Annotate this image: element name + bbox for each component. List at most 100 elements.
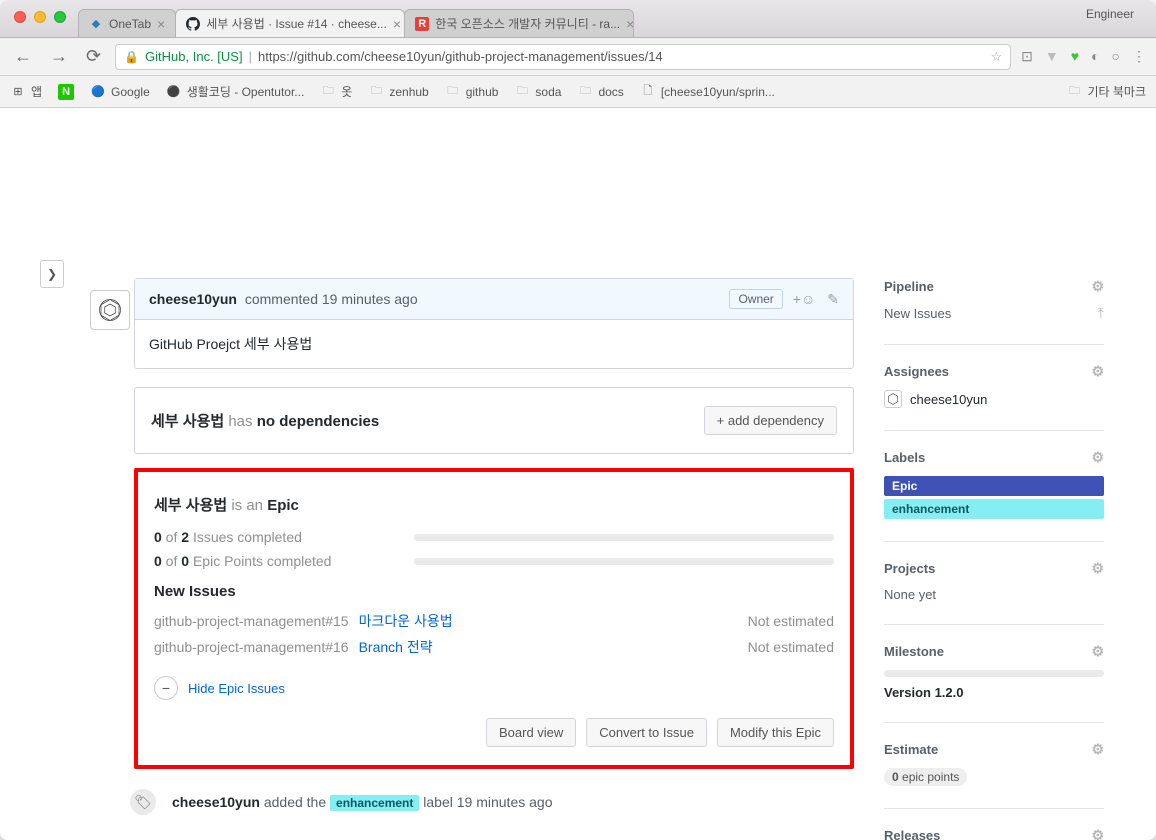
star-icon[interactable]: ☆ [991, 49, 1003, 65]
issue-number[interactable]: #16 [325, 639, 348, 655]
issue-link[interactable]: 마크다운 사용법 [359, 611, 453, 631]
apps-label: 앱 [31, 83, 42, 100]
add-reaction-icon[interactable]: +☺ [793, 291, 815, 308]
epic-issue-row: github-project-management#16 Branch 전략 N… [154, 634, 834, 660]
issue-repo[interactable]: github-project-management [154, 613, 325, 629]
epic-issue-row: github-project-management#15 마크다운 사용법 No… [154, 608, 834, 634]
apps-icon: ⊞ [10, 84, 26, 100]
expand-sidebar-button[interactable]: ❯ [40, 260, 64, 288]
ext-icon[interactable]: ◐ [1091, 48, 1099, 65]
collapse-button[interactable]: − [154, 676, 178, 700]
reload-button-icon[interactable]: ⟳ [82, 46, 105, 67]
timeline-item: 🏷 cheese10yun added the enhancement labe… [134, 787, 854, 817]
modify-epic-button[interactable]: Modify this Epic [717, 718, 834, 747]
gear-icon[interactable]: ⚙ [1091, 827, 1104, 840]
bookmark-label: soda [535, 85, 561, 99]
bookmark-item[interactable]: ⚫생활코딩 - Opentutor... [166, 83, 305, 100]
bookmark-folder[interactable]: 🗀github [445, 84, 499, 100]
dependencies-box: 세부 사용법 has no dependencies + add depende… [134, 387, 854, 454]
browser-tab-github[interactable]: 세부 사용법 · Issue #14 · cheese... × [175, 9, 405, 37]
issue-repo[interactable]: github-project-management [154, 639, 325, 655]
label-chip[interactable]: enhancement [330, 795, 419, 811]
timeline-user[interactable]: cheese10yun [172, 794, 260, 810]
timeline-text: added the [264, 794, 326, 810]
browser-tab-community[interactable]: R 한국 오픈소스 개발자 커뮤니티 - ra... × [404, 9, 634, 37]
bookmark-icon: 🔵 [90, 84, 106, 100]
close-tab-icon[interactable]: × [157, 16, 165, 32]
edit-comment-icon[interactable]: ✎ [827, 291, 839, 308]
gear-icon[interactable]: ⚙ [1091, 643, 1104, 660]
sidebar-heading: Milestone [884, 644, 944, 659]
ext-icon[interactable]: ⊡ [1021, 48, 1033, 65]
back-button-icon[interactable]: ← [10, 46, 36, 67]
add-dependency-button[interactable]: + add dependency [704, 406, 837, 435]
gear-icon[interactable]: ⚙ [1091, 278, 1104, 295]
estimate-chip[interactable]: 0 epic points [884, 768, 967, 786]
gear-icon[interactable]: ⚙ [1091, 560, 1104, 577]
milestone-progress-bar [884, 670, 1104, 677]
bookmark-label: 기타 북마크 [1087, 83, 1146, 100]
bookmark-item[interactable]: 🔵Google [90, 84, 150, 100]
timeline: 🏷 cheese10yun added the enhancement labe… [134, 787, 854, 840]
avatar-icon [884, 390, 902, 408]
other-bookmarks[interactable]: 🗀기타 북마크 [1066, 83, 1146, 100]
ext-icon[interactable]: ○ [1112, 48, 1120, 65]
avatar-icon [95, 295, 125, 325]
bookmark-label: 옷 [341, 83, 352, 100]
issue-sidebar: Pipeline⚙ New Issues⤒ Assignees⚙ cheese1… [874, 108, 1134, 840]
gear-icon[interactable]: ⚙ [1091, 449, 1104, 466]
tag-icon: 🏷 [128, 787, 158, 817]
bookmark-label: docs [598, 85, 623, 99]
forward-button-icon[interactable]: → [46, 46, 72, 67]
gear-icon[interactable]: ⚙ [1091, 363, 1104, 380]
bookmark-folder[interactable]: 🗀zenhub [368, 84, 428, 100]
bookmark-item[interactable]: 🗋[cheese10yun/sprin... [640, 84, 775, 100]
bookmark-label: 생활코딩 - Opentutor... [187, 83, 305, 100]
window-controls [8, 11, 78, 37]
ext-icon[interactable]: ♥ [1071, 48, 1079, 65]
browser-tabs: ◆ OneTab × 세부 사용법 · Issue #14 · cheese..… [78, 0, 1086, 37]
browser-profile[interactable]: Engineer [1086, 7, 1148, 31]
pipeline-value[interactable]: New Issues [884, 306, 951, 321]
address-bar[interactable]: 🔒 GitHub, Inc. [US] | https://github.com… [115, 44, 1011, 70]
menu-icon[interactable]: ⋮ [1132, 48, 1146, 65]
close-window-icon[interactable] [14, 11, 26, 23]
comment-action: commented 19 minutes ago [241, 291, 418, 307]
maximize-window-icon[interactable] [54, 11, 66, 23]
comment-box: cheese10yun commented 19 minutes ago Own… [134, 278, 854, 369]
tab-title: 세부 사용법 · Issue #14 · cheese... [206, 15, 387, 32]
sidebar-estimate: Estimate⚙ 0 epic points [884, 741, 1104, 786]
assignee-row[interactable]: cheese10yun [884, 390, 1104, 408]
close-tab-icon[interactable]: × [393, 16, 401, 32]
board-view-button[interactable]: Board view [486, 718, 576, 747]
comment-avatar[interactable] [90, 290, 130, 330]
hide-epic-link[interactable]: Hide Epic Issues [188, 681, 285, 696]
issue-link[interactable]: Branch 전략 [359, 637, 433, 657]
lock-icon: 🔒 [124, 50, 139, 64]
minimize-window-icon[interactable] [34, 11, 46, 23]
comment-user[interactable]: cheese10yun [149, 291, 237, 307]
epic-box: 세부 사용법 is an Epic 0 of 2 Issues complete… [134, 468, 854, 769]
issue-number[interactable]: #15 [325, 613, 348, 629]
apps-button[interactable]: ⊞앱 [10, 83, 42, 100]
browser-tab-onetab[interactable]: ◆ OneTab × [78, 9, 176, 37]
milestone-value[interactable]: Version 1.2.0 [884, 685, 1104, 700]
convert-to-issue-button[interactable]: Convert to Issue [586, 718, 707, 747]
tab-title: OneTab [109, 17, 151, 31]
bookmark-label: zenhub [389, 85, 428, 99]
ext-icon[interactable]: ▼ [1045, 48, 1059, 65]
label-enhancement[interactable]: enhancement [884, 499, 1104, 519]
bookmark-folder[interactable]: 🗀docs [577, 84, 623, 100]
bookmark-folder[interactable]: 🗀옷 [320, 83, 352, 100]
sidebar-milestone: Milestone ⚙ Version 1.2.0 [884, 643, 1104, 700]
address-separator: | [249, 49, 252, 64]
arrow-up-icon[interactable]: ⤒ [1098, 305, 1104, 322]
close-tab-icon[interactable]: × [626, 16, 634, 32]
gear-icon[interactable]: ⚙ [1091, 741, 1104, 758]
label-epic[interactable]: Epic [884, 476, 1104, 496]
timeline-text: label 19 minutes ago [423, 794, 552, 810]
bookmark-item[interactable]: N [58, 84, 74, 100]
bookmarks-bar: ⊞앱 N 🔵Google ⚫생활코딩 - Opentutor... 🗀옷 🗀ze… [0, 76, 1156, 108]
bookmark-folder[interactable]: 🗀soda [514, 84, 561, 100]
owner-badge: Owner [729, 289, 782, 309]
